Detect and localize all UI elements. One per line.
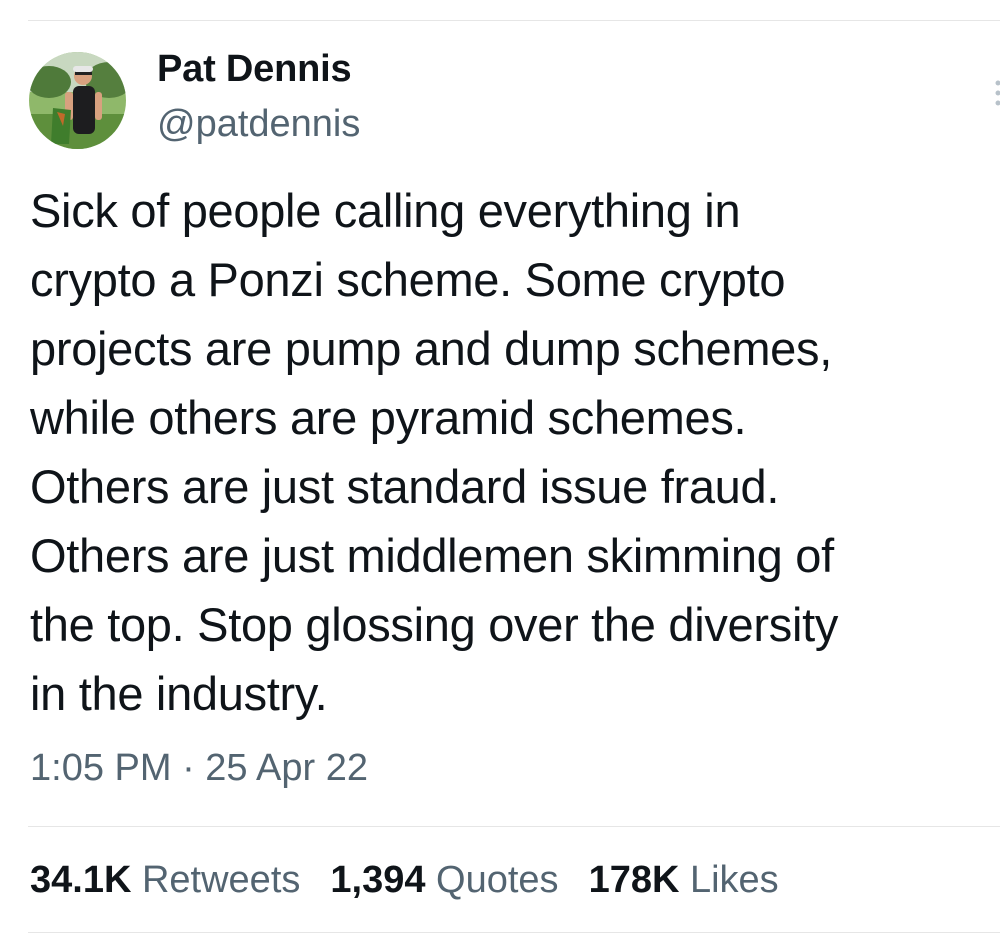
retweets-stat[interactable]: 34.1K Retweets — [30, 857, 300, 903]
tweet-text-line: Sick of people calling everything in — [30, 184, 741, 237]
tweet-text-line: projects are pump and dump schemes, — [30, 322, 832, 375]
likes-stat[interactable]: 178K Likes — [589, 857, 779, 903]
stats-top-divider — [28, 826, 1000, 827]
tweet-text-line: the top. Stop glossing over the diversit… — [30, 598, 839, 651]
quotes-label: Quotes — [436, 859, 559, 901]
retweets-count: 34.1K — [30, 859, 132, 901]
profile-photo-icon — [29, 52, 126, 149]
stats-bottom-divider — [28, 932, 1000, 933]
author-handle[interactable]: @patdennis — [157, 101, 360, 147]
likes-label: Likes — [689, 859, 779, 901]
engagement-stats: 34.1K Retweets 1,394 Quotes 178K Likes — [30, 857, 779, 903]
tweet-text-line: Others are just standard issue fraud. — [30, 460, 780, 513]
tweet-text-line: crypto a Ponzi scheme. Some crypto — [30, 253, 786, 306]
tweet-text-line: Others are just middlemen skimming of — [30, 529, 834, 582]
tweet-text-line: in the industry. — [30, 667, 328, 720]
avatar[interactable] — [29, 52, 126, 149]
quotes-count: 1,394 — [330, 859, 426, 901]
tweet-timestamp[interactable]: 1:05 PM · 25 Apr 22 — [30, 745, 368, 791]
likes-count: 178K — [588, 859, 680, 901]
more-options-icon[interactable] — [994, 78, 1000, 108]
quotes-stat[interactable]: 1,394 Quotes — [330, 857, 558, 903]
tweet-text: Sick of people calling everything in cry… — [30, 176, 996, 728]
author-display-name[interactable]: Pat Dennis — [157, 46, 352, 92]
retweets-label: Retweets — [141, 859, 301, 901]
tweet-text-line: while others are pyramid schemes. — [30, 391, 747, 444]
top-divider — [28, 20, 1000, 21]
